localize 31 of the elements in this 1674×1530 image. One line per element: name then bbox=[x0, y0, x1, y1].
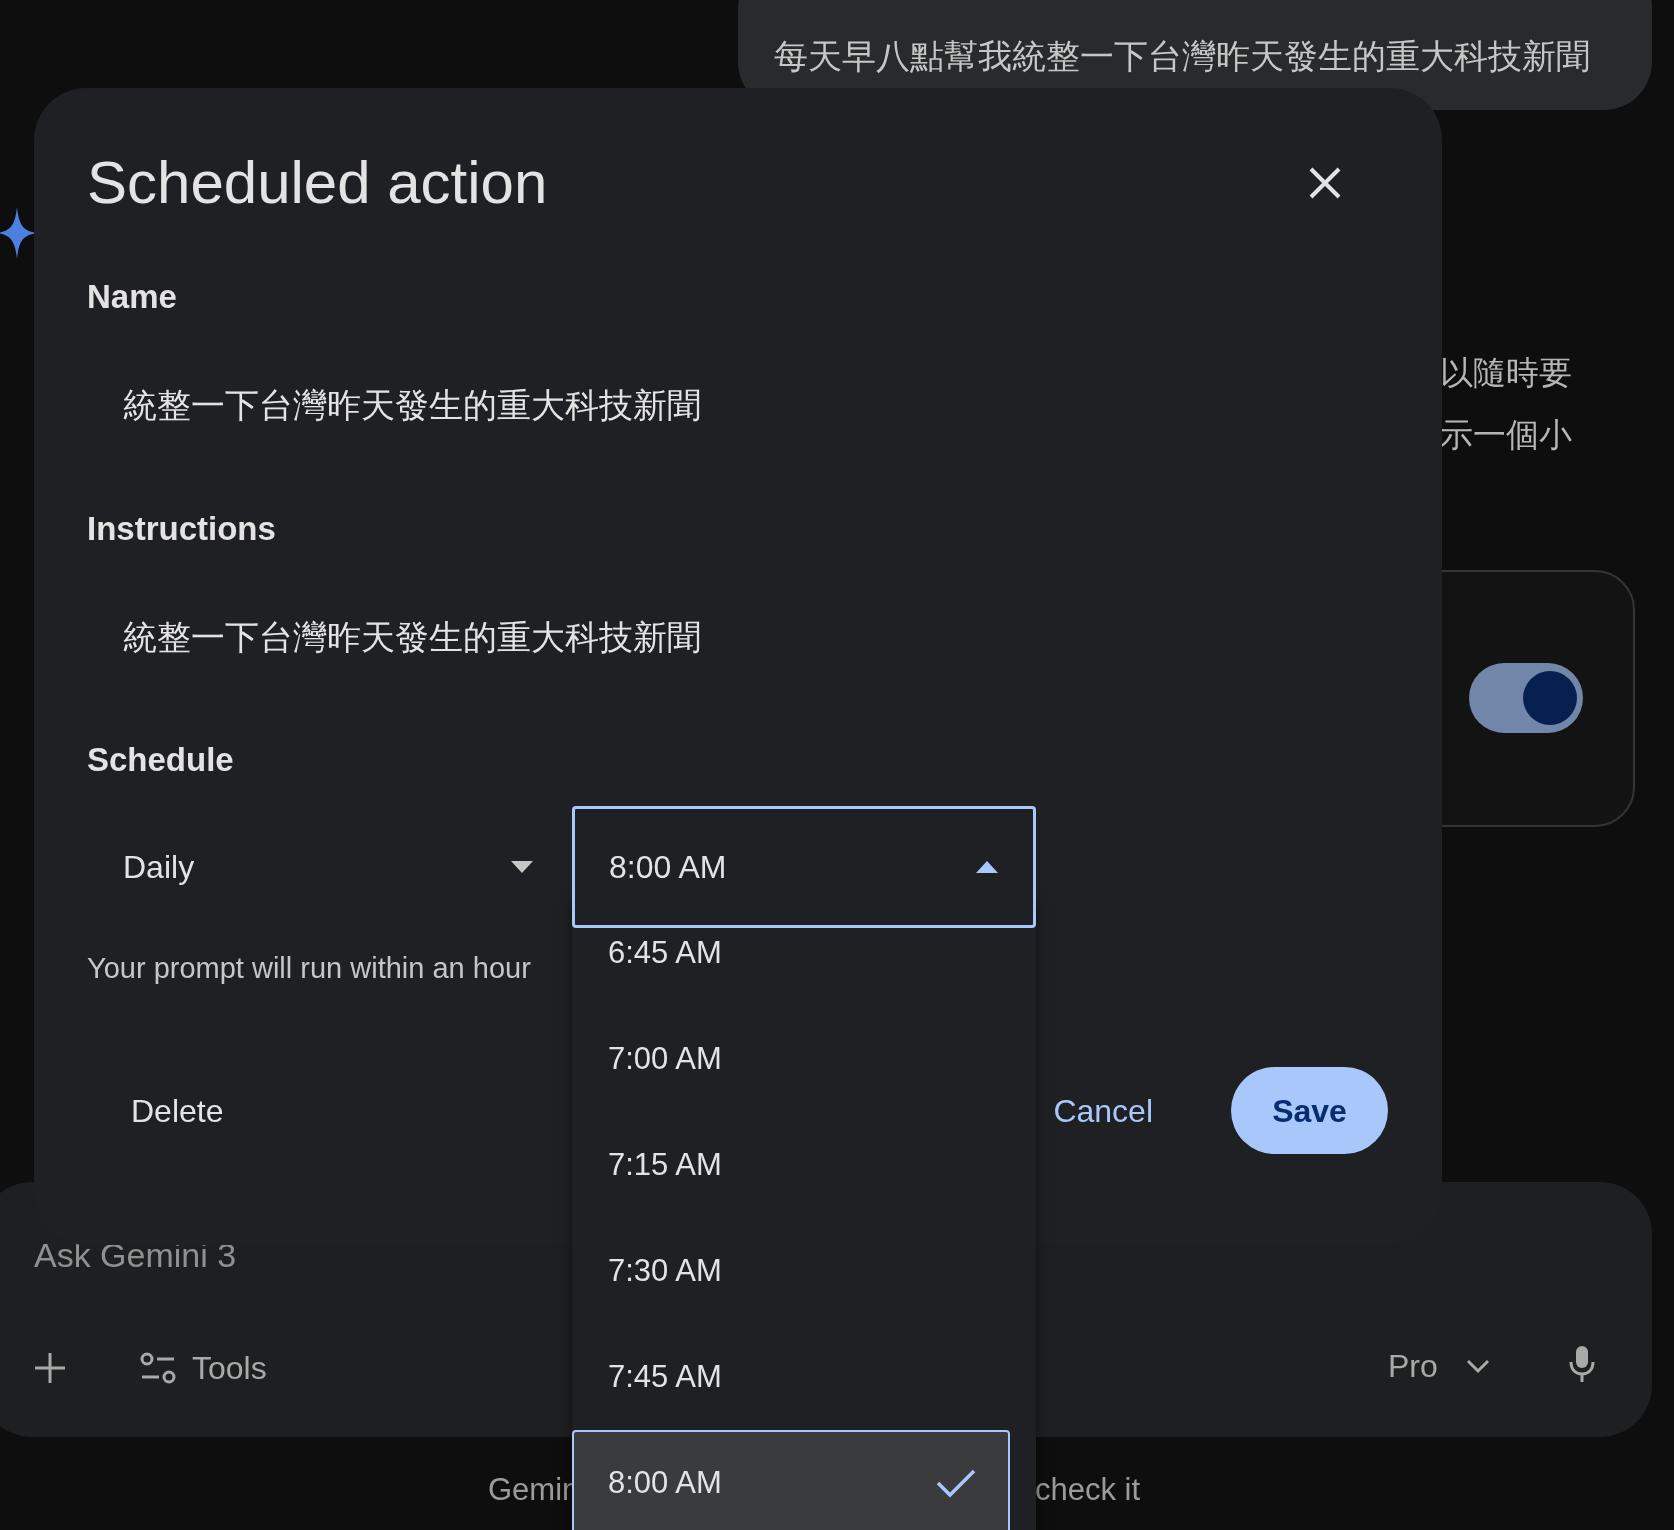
message-text: 每天早八點幫我統整一下台灣昨天發生的重大科技新聞 bbox=[774, 36, 1590, 76]
caret-down-icon bbox=[510, 860, 534, 874]
time-option[interactable]: 7:30 AM bbox=[572, 1218, 1010, 1324]
helper-text: Your prompt will run within an hour bbox=[87, 951, 531, 986]
time-option[interactable]: 7:45 AM bbox=[572, 1324, 1010, 1430]
sliders-icon bbox=[140, 1351, 176, 1385]
response-text: 示一個小 bbox=[1440, 415, 1572, 455]
field-label: Schedule bbox=[87, 740, 235, 780]
check-icon bbox=[936, 1468, 976, 1498]
cancel-button[interactable]: Cancel bbox=[1009, 1067, 1197, 1154]
add-icon[interactable] bbox=[33, 1351, 67, 1385]
response-text: 以隨時要 bbox=[1440, 353, 1572, 393]
caret-up-icon bbox=[975, 860, 999, 874]
delete-button[interactable]: Delete bbox=[87, 1067, 268, 1154]
time-dropdown[interactable]: 8:00 AM bbox=[572, 806, 1036, 928]
time-option[interactable]: 7:15 AM bbox=[572, 1112, 1010, 1218]
save-button[interactable]: Save bbox=[1231, 1067, 1388, 1154]
model-selector[interactable]: Pro bbox=[1388, 1340, 1490, 1392]
tools-button[interactable]: Tools bbox=[140, 1342, 267, 1394]
text-field[interactable]: 統整一下台灣昨天發生的重大科技新聞 bbox=[87, 375, 1388, 435]
time-option[interactable]: 8:00 AM bbox=[572, 1430, 1010, 1530]
microphone-icon[interactable] bbox=[1568, 1345, 1596, 1383]
frequency-dropdown[interactable]: Daily bbox=[87, 806, 572, 928]
field-label: Name bbox=[87, 277, 178, 317]
field-label: Instructions bbox=[87, 509, 277, 549]
dialog-title: Scheduled action bbox=[87, 148, 548, 218]
text-field[interactable]: 統整一下台灣昨天發生的重大科技新聞 bbox=[87, 607, 1388, 667]
disclaimer-text: check it bbox=[1035, 1471, 1141, 1509]
time-option[interactable]: 7:00 AM bbox=[572, 1006, 1010, 1112]
close-icon[interactable] bbox=[1308, 166, 1342, 200]
chevron-down-icon bbox=[1465, 1358, 1490, 1374]
